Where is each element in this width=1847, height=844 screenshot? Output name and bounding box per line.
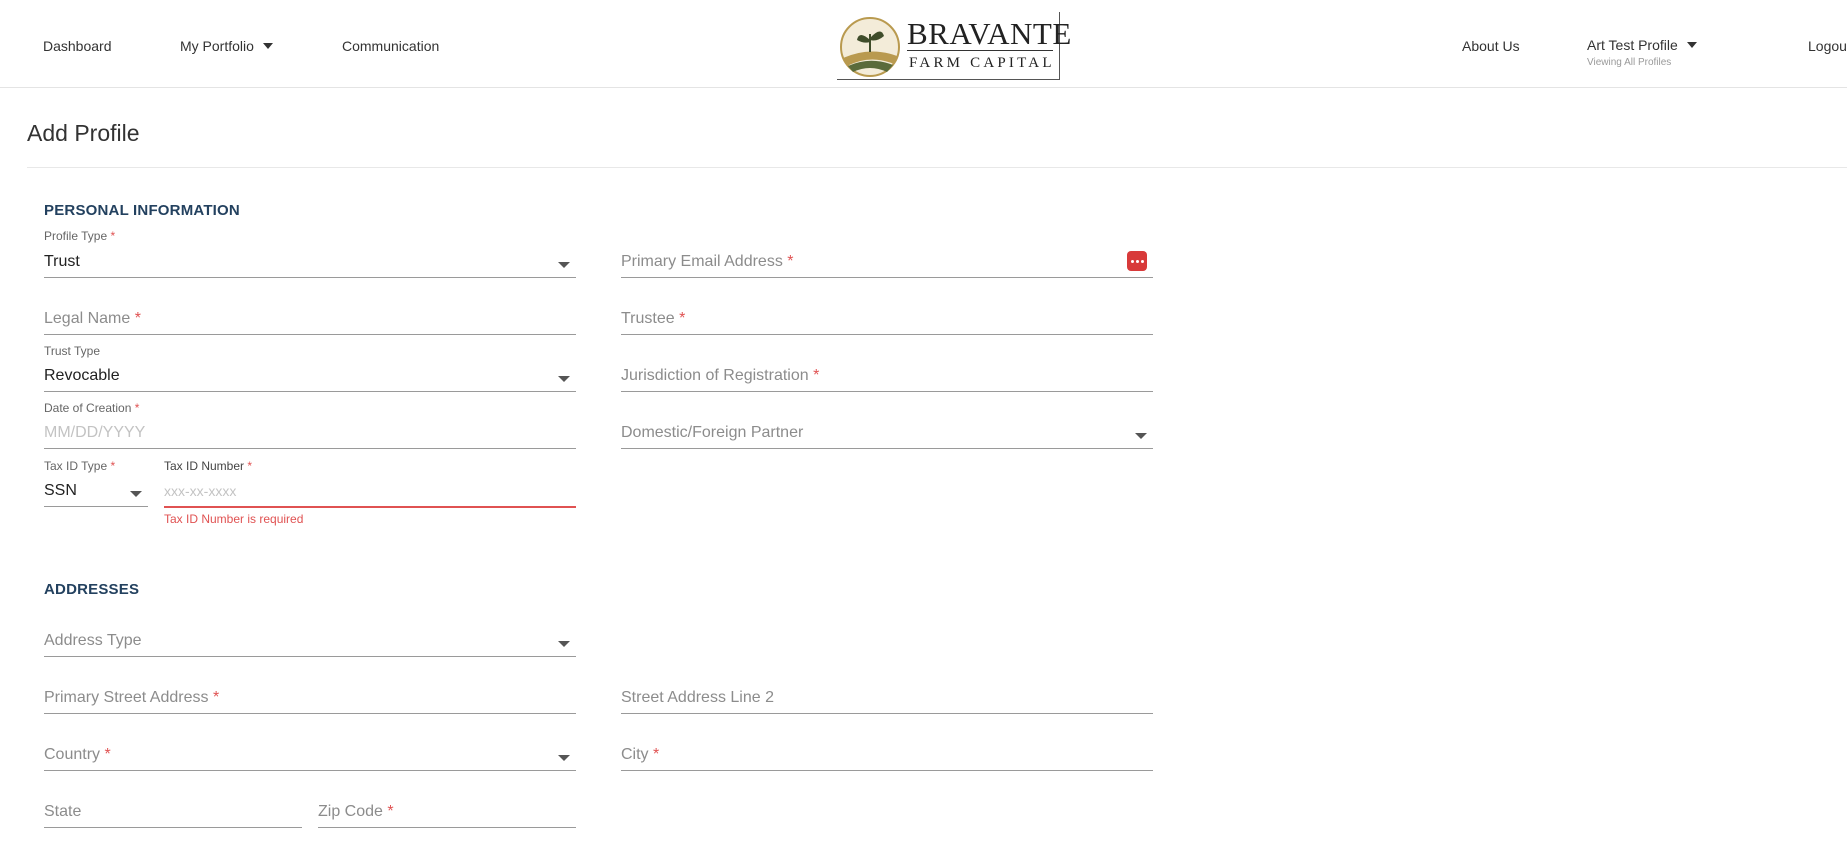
caret-down-icon bbox=[558, 755, 570, 761]
caret-down-icon bbox=[558, 262, 570, 268]
nav-about-us[interactable]: About Us bbox=[1462, 38, 1520, 54]
required-mark: * bbox=[247, 459, 253, 473]
state-field[interactable]: State bbox=[44, 803, 302, 828]
date-of-creation-input[interactable]: MM/DD/YYYY bbox=[44, 424, 576, 449]
required-mark: * bbox=[104, 746, 111, 763]
nav-logout[interactable]: Logou bbox=[1808, 38, 1847, 54]
required-mark: * bbox=[679, 310, 686, 327]
trustee-label: Trustee * bbox=[621, 310, 685, 328]
primary-street-label-text: Primary Street Address bbox=[44, 689, 209, 706]
nav-my-portfolio-label: My Portfolio bbox=[180, 38, 254, 54]
required-mark: * bbox=[787, 253, 794, 270]
zip-code-label: Zip Code * bbox=[318, 803, 394, 821]
top-navigation: Dashboard My Portfolio Communication BRA… bbox=[0, 0, 1847, 88]
password-manager-icon[interactable] bbox=[1127, 251, 1147, 271]
domestic-foreign-select[interactable]: Domestic/Foreign Partner bbox=[621, 424, 1153, 449]
primary-email-label-text: Primary Email Address bbox=[621, 253, 783, 270]
tax-id-number-placeholder: xxx-xx-xxxx bbox=[164, 483, 237, 499]
profile-type-select[interactable]: Trust bbox=[44, 253, 576, 278]
country-select[interactable]: Country * bbox=[44, 746, 576, 771]
trustee-label-text: Trustee bbox=[621, 310, 675, 327]
primary-street-field[interactable]: Primary Street Address * bbox=[44, 689, 576, 714]
nav-communication[interactable]: Communication bbox=[342, 38, 439, 54]
state-label: State bbox=[44, 803, 82, 820]
required-mark: * bbox=[110, 229, 116, 243]
tax-id-type-label-text: Tax ID Type bbox=[44, 459, 108, 473]
required-mark: * bbox=[813, 367, 820, 384]
domestic-foreign-label: Domestic/Foreign Partner bbox=[621, 424, 804, 441]
jurisdiction-field[interactable]: Jurisdiction of Registration * bbox=[621, 367, 1153, 392]
address-type-label: Address Type bbox=[44, 632, 142, 649]
street-line2-label: Street Address Line 2 bbox=[621, 689, 774, 706]
nav-dashboard[interactable]: Dashboard bbox=[43, 38, 112, 54]
profile-type-label-text: Profile Type bbox=[44, 229, 108, 243]
bravante-logo[interactable]: BRAVANTE FARM CAPITAL bbox=[837, 12, 1071, 80]
primary-email-label: Primary Email Address * bbox=[621, 253, 794, 271]
tax-id-number-label-text: Tax ID Number bbox=[164, 459, 245, 473]
profile-type-label: Profile Type * bbox=[44, 229, 115, 243]
caret-down-icon bbox=[558, 376, 570, 382]
required-mark: * bbox=[387, 803, 394, 820]
city-label: City * bbox=[621, 746, 659, 764]
tax-id-type-select[interactable]: SSN bbox=[44, 482, 148, 507]
city-label-text: City bbox=[621, 746, 649, 763]
trust-type-value: Revocable bbox=[44, 367, 120, 384]
trust-type-label: Trust Type bbox=[44, 344, 101, 358]
date-of-creation-label: Date of Creation * bbox=[44, 401, 139, 415]
caret-down-icon bbox=[1686, 42, 1697, 49]
required-mark: * bbox=[110, 459, 116, 473]
caret-down-icon bbox=[558, 641, 570, 647]
profile-type-value: Trust bbox=[44, 253, 80, 270]
jurisdiction-label-text: Jurisdiction of Registration bbox=[621, 367, 809, 384]
profile-viewing-note: Viewing All Profiles bbox=[1587, 57, 1672, 68]
addresses-heading: ADDRESSES bbox=[44, 581, 140, 598]
country-label-text: Country bbox=[44, 746, 101, 763]
required-mark: * bbox=[212, 689, 220, 706]
page-title: Add Profile bbox=[27, 120, 140, 146]
caret-down-icon bbox=[130, 491, 142, 497]
profile-name: Art Test Profile bbox=[1587, 37, 1678, 53]
tax-id-number-error: Tax ID Number is required bbox=[164, 512, 304, 526]
required-mark: * bbox=[134, 310, 141, 327]
logo-title: BRAVANTE bbox=[907, 16, 1072, 51]
country-label: Country * bbox=[44, 746, 111, 764]
trustee-field[interactable]: Trustee * bbox=[621, 310, 1153, 335]
personal-information-heading: PERSONAL INFORMATION bbox=[44, 202, 240, 219]
trust-type-select[interactable]: Revocable bbox=[44, 367, 576, 392]
tax-id-type-label: Tax ID Type * bbox=[44, 459, 115, 473]
logo-emblem-icon bbox=[840, 17, 900, 77]
zip-code-label-text: Zip Code bbox=[318, 803, 383, 820]
tax-id-number-input[interactable]: xxx-xx-xxxx bbox=[164, 482, 576, 508]
date-of-creation-placeholder: MM/DD/YYYY bbox=[44, 424, 146, 441]
primary-street-label: Primary Street Address * bbox=[44, 689, 219, 707]
street-line2-field[interactable]: Street Address Line 2 bbox=[621, 689, 1153, 714]
tax-id-number-label: Tax ID Number * bbox=[164, 459, 252, 473]
required-mark: * bbox=[653, 746, 660, 763]
legal-name-label-text: Legal Name bbox=[44, 310, 131, 327]
primary-email-field[interactable]: Primary Email Address * bbox=[621, 251, 1153, 278]
caret-down-icon bbox=[1135, 433, 1147, 439]
jurisdiction-label: Jurisdiction of Registration * bbox=[621, 367, 819, 385]
caret-down-icon bbox=[262, 43, 273, 50]
nav-my-portfolio[interactable]: My Portfolio bbox=[180, 38, 273, 54]
legal-name-label: Legal Name * bbox=[44, 310, 141, 328]
required-mark: * bbox=[134, 401, 140, 415]
logo-subtitle: FARM CAPITAL bbox=[909, 55, 1055, 71]
legal-name-field[interactable]: Legal Name * bbox=[44, 310, 576, 335]
address-type-select[interactable]: Address Type bbox=[44, 632, 576, 657]
title-divider bbox=[27, 167, 1847, 168]
city-field[interactable]: City * bbox=[621, 746, 1153, 771]
date-of-creation-label-text: Date of Creation bbox=[44, 401, 132, 415]
tax-id-type-value: SSN bbox=[44, 482, 77, 499]
profile-switcher[interactable]: Art Test Profile bbox=[1587, 37, 1697, 53]
zip-code-field[interactable]: Zip Code * bbox=[318, 803, 576, 828]
logo-divider bbox=[907, 50, 1053, 51]
